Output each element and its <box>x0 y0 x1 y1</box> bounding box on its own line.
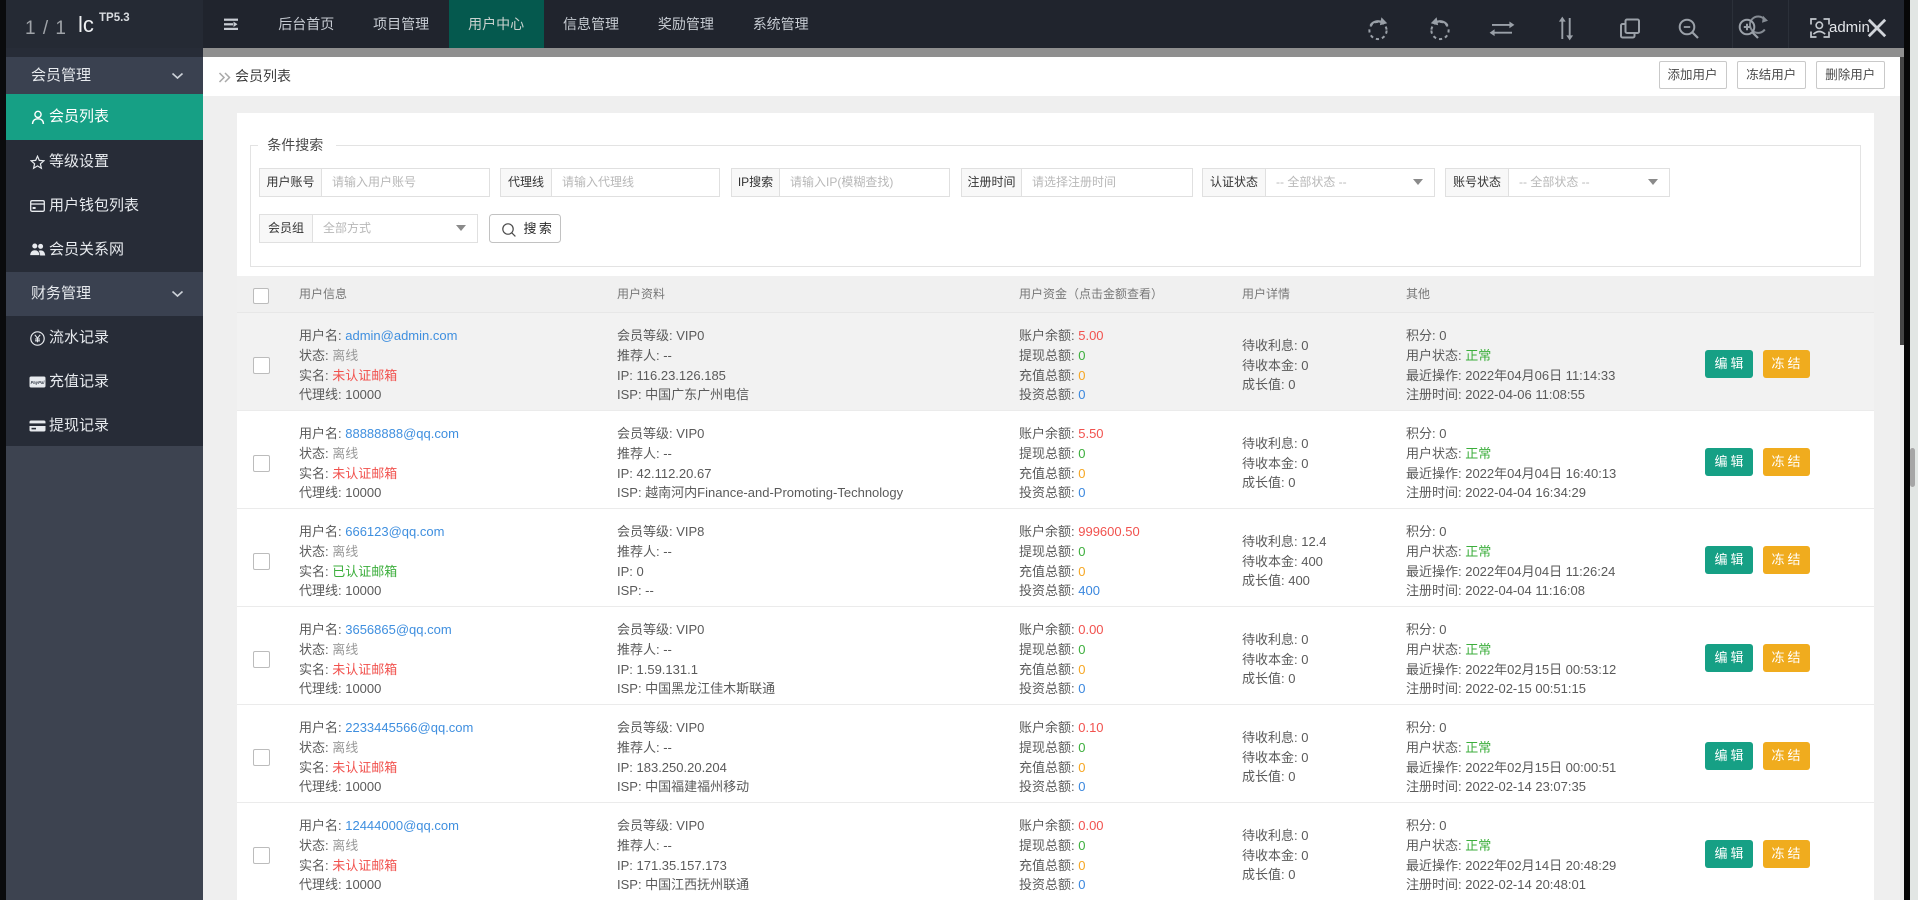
svg-text:PayPal: PayPal <box>31 380 46 385</box>
